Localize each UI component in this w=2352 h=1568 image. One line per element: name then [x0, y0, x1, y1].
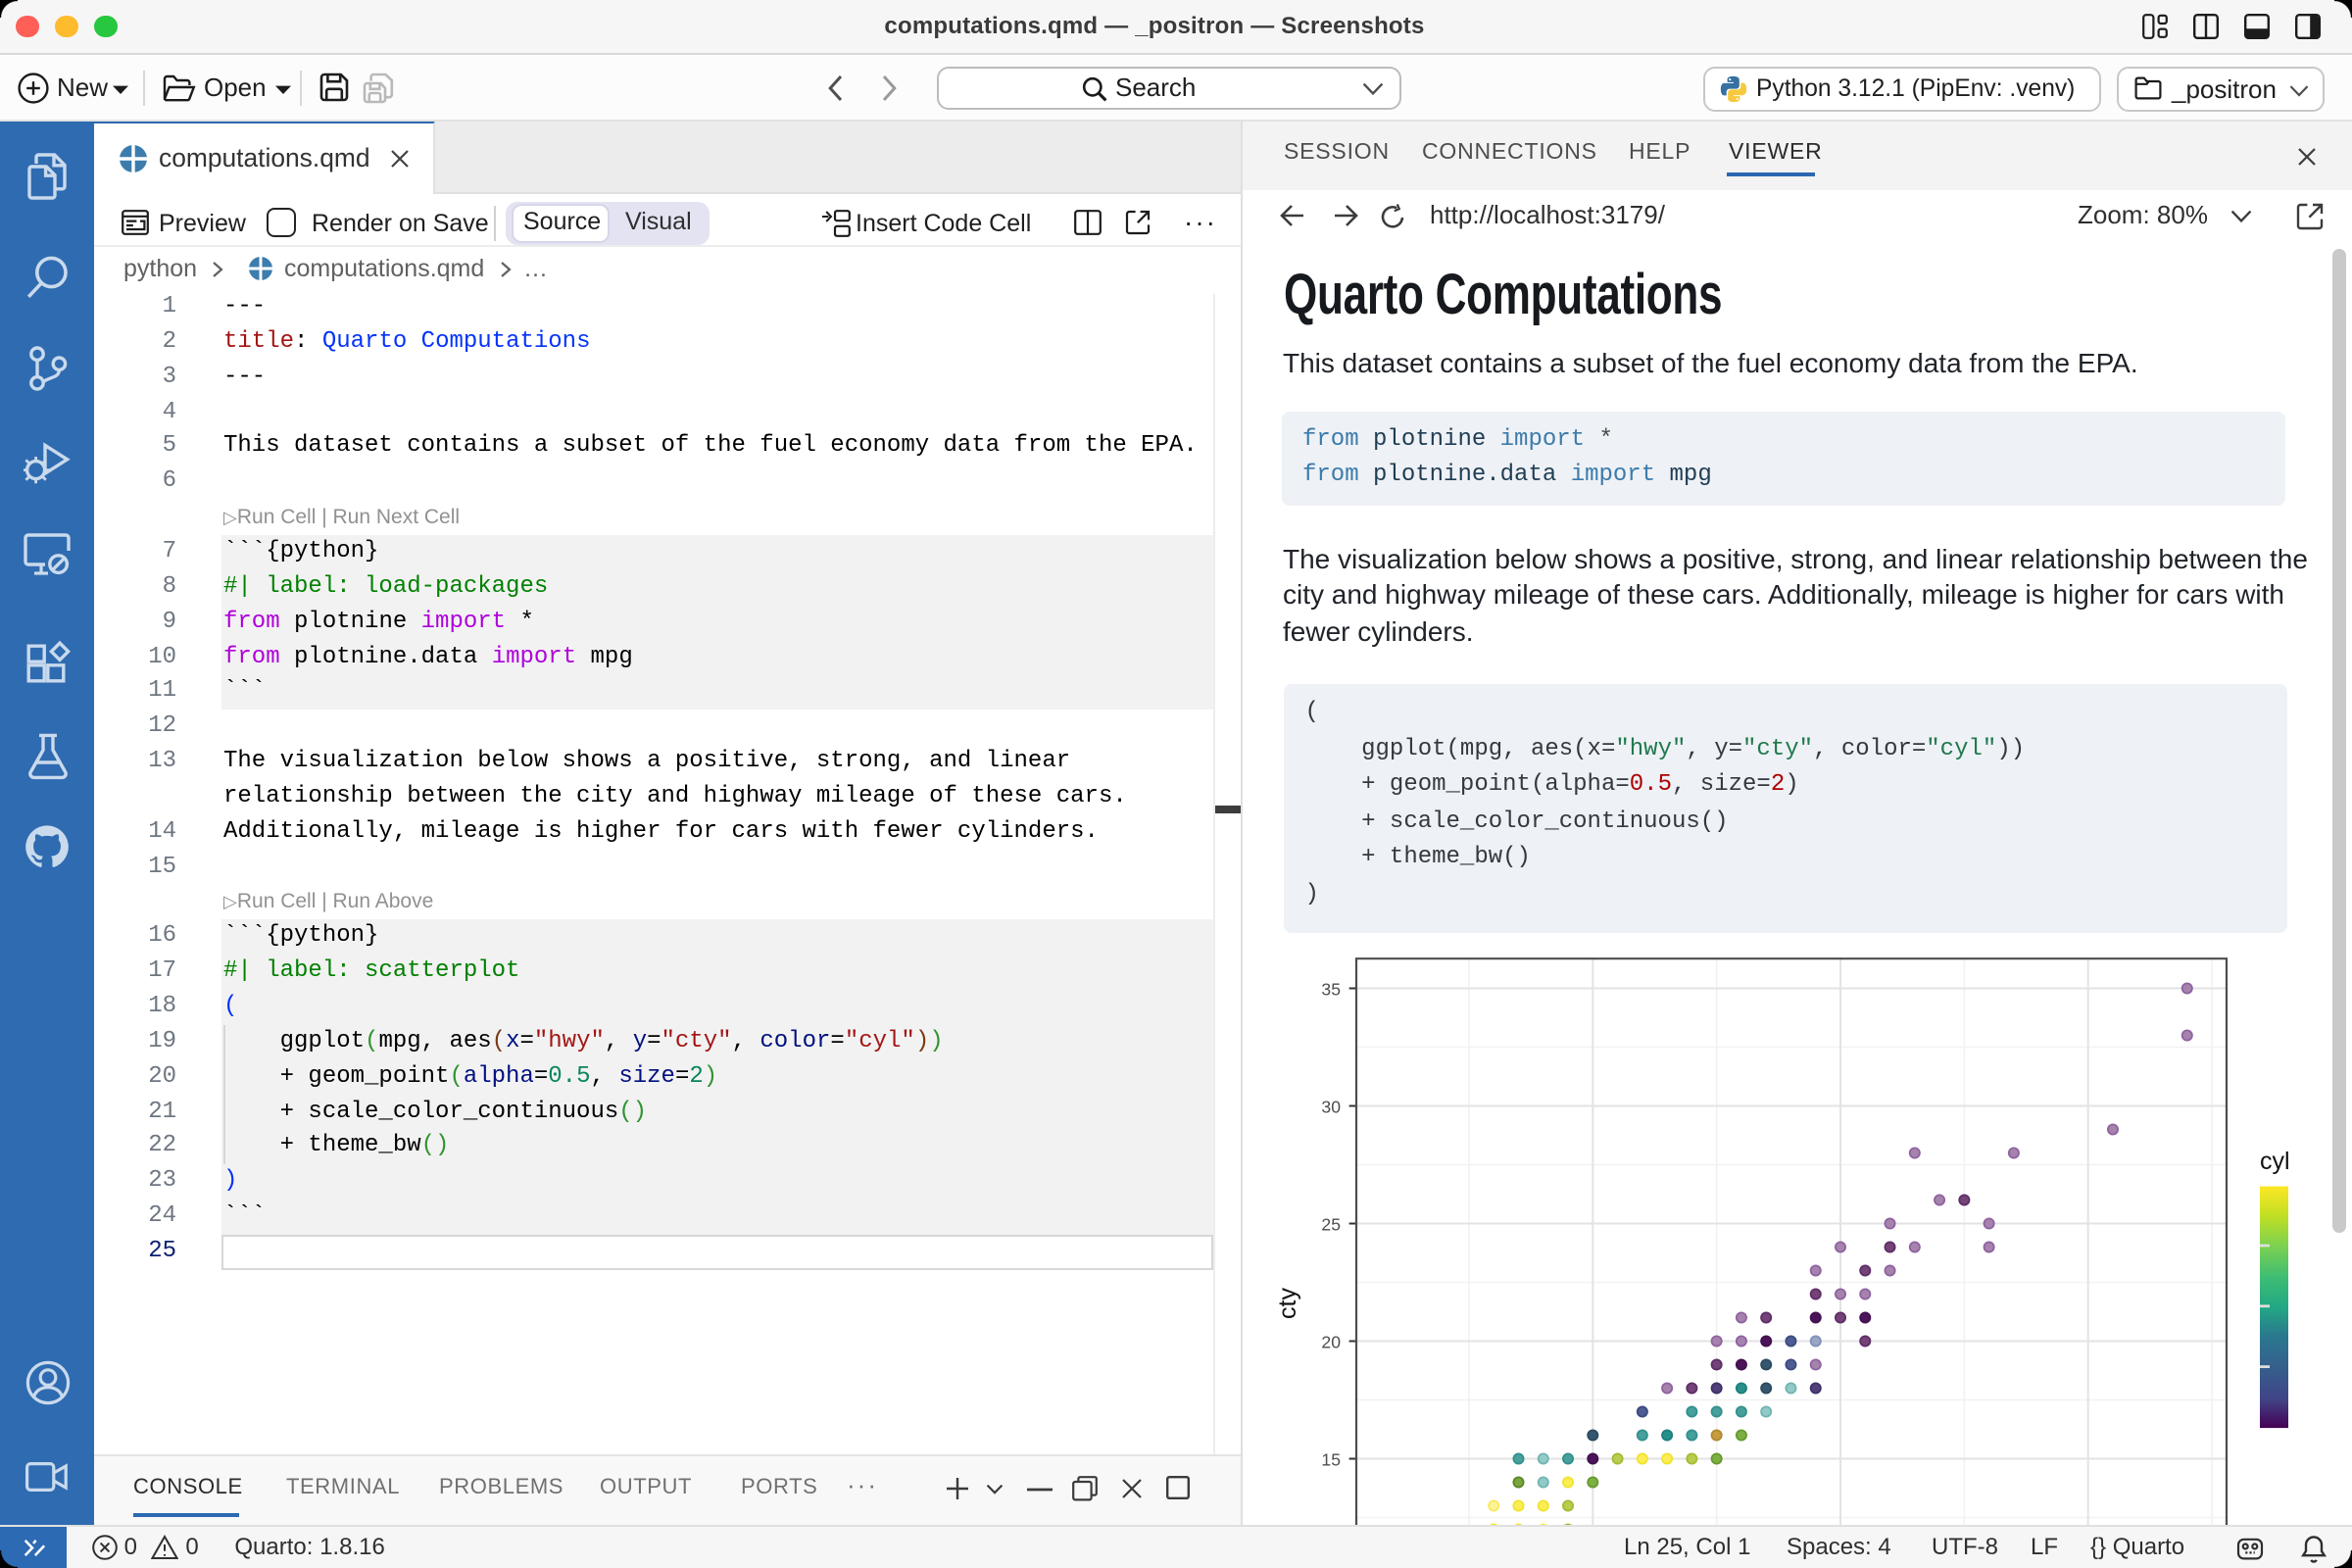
svg-text:30: 30	[1321, 1097, 1341, 1116]
svg-text:25: 25	[1321, 1214, 1341, 1234]
svg-text:cyl: cyl	[2260, 1148, 2290, 1175]
svg-text:15: 15	[1321, 1449, 1341, 1469]
svg-text:cty: cty	[1274, 1288, 1301, 1319]
svg-text:20: 20	[1321, 1332, 1341, 1351]
svg-text:35: 35	[1321, 979, 1341, 999]
